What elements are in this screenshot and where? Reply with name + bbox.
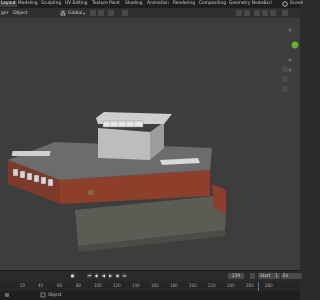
3d-viewport[interactable] (0, 18, 300, 270)
tab-modeling[interactable]: Modeling (17, 1, 39, 7)
orientation-icon[interactable] (60, 10, 66, 16)
start-frame-field[interactable]: Start 1 (258, 273, 280, 279)
tab-geometry-nodes[interactable]: Geometry Nodes (228, 1, 266, 7)
ruler-tick: 260 (246, 283, 254, 288)
play-icon[interactable]: ▶ (108, 273, 113, 278)
jump-start-icon[interactable]: ⏮ (87, 273, 92, 278)
mouse-select-icon (5, 293, 9, 297)
tab-scripting[interactable]: Scri (263, 1, 273, 7)
shading-solid-icon[interactable] (254, 10, 260, 16)
scene-label[interactable]: Scene (289, 1, 304, 7)
preview-range-icon[interactable] (250, 273, 255, 279)
ruler-tick: 120 (113, 283, 121, 288)
hand-icon[interactable] (282, 76, 288, 82)
ruler-tick: 180 (170, 283, 178, 288)
prev-keyframe-icon[interactable]: ◆ (94, 273, 99, 278)
object-icon (40, 292, 46, 298)
ruler-tick: 280 (265, 283, 273, 288)
object-menu[interactable]: Object (13, 10, 28, 17)
ruler-tick: 220 (208, 283, 216, 288)
ruler-tick: 80 (76, 283, 82, 288)
camera-icon[interactable] (282, 86, 288, 92)
chevron-down-icon[interactable]: ▾ (83, 11, 85, 16)
start-value: 1 (275, 273, 278, 278)
proportional-edit-icon[interactable] (108, 10, 114, 16)
tab-rendering[interactable]: Rendering (172, 1, 196, 7)
ruler-tick: 160 (151, 283, 159, 288)
status-object-label: Object (48, 292, 62, 297)
view-toggle-icon[interactable] (122, 10, 128, 16)
playhead-line[interactable] (258, 282, 259, 291)
menu-left-label[interactable]: ger (1, 10, 8, 17)
scene-render (0, 28, 300, 270)
next-keyframe-icon[interactable]: ◆ (115, 273, 120, 278)
navigation-gizmo-y (291, 41, 299, 49)
play-reverse-icon[interactable]: ◀ (101, 273, 106, 278)
frame-ruler[interactable] (0, 282, 300, 291)
tab-uv-editing[interactable]: UV Editing (64, 1, 88, 7)
ruler-tick: 40 (38, 283, 44, 288)
tab-texture-paint[interactable]: Texture Paint (91, 1, 121, 7)
transform-orientation-select[interactable]: Global (68, 10, 82, 17)
pivot-icon[interactable] (90, 10, 96, 16)
shading-rendered-icon[interactable] (270, 10, 276, 16)
tab-animation[interactable]: Animation (146, 1, 170, 7)
current-frame-field[interactable]: 239 (228, 273, 244, 279)
overlay-icon[interactable] (236, 10, 242, 16)
penthouse-windows (102, 120, 144, 128)
tab-shading[interactable]: Shading (124, 1, 143, 7)
ruler-tick: 60 (57, 283, 63, 288)
skylight-left (11, 151, 51, 156)
ruler-tick: 100 (94, 283, 102, 288)
viewport-options-icon[interactable] (282, 10, 288, 16)
scene-icon[interactable] (282, 1, 288, 7)
ruler-tick: 20 (20, 283, 26, 288)
tab-compositing[interactable]: Compositing (198, 1, 227, 7)
ruler-tick: 140 (132, 283, 140, 288)
record-icon[interactable]: ● (70, 273, 75, 278)
ruler-tick: 200 (189, 283, 197, 288)
building-door (88, 190, 94, 195)
snap-icon[interactable] (98, 10, 104, 16)
xray-icon[interactable] (244, 10, 250, 16)
shading-material-icon[interactable] (262, 10, 268, 16)
tab-layout[interactable]: Layout (0, 1, 17, 7)
jump-end-icon[interactable]: ⏭ (122, 273, 127, 278)
end-frame-field[interactable]: En (281, 273, 302, 279)
start-label: Start (260, 273, 271, 278)
tab-sculpting[interactable]: Sculpting (40, 1, 62, 7)
ruler-tick: 240 (227, 283, 235, 288)
zoom-icon[interactable] (282, 66, 288, 72)
penthouse-front (98, 128, 150, 160)
